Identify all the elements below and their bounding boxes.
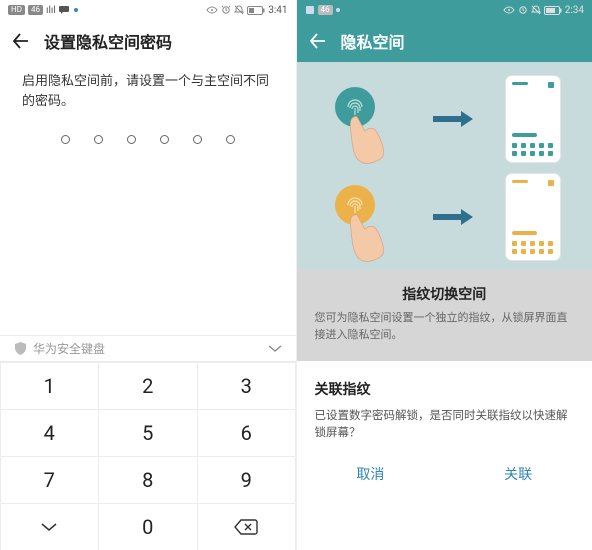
key-5[interactable]: 5	[98, 409, 198, 457]
confirm-button[interactable]: 关联	[444, 450, 592, 498]
clock-text: 2:34	[565, 5, 584, 16]
key-0[interactable]: 0	[98, 503, 198, 550]
eye-icon	[503, 6, 515, 14]
net-badge: 46	[28, 5, 43, 15]
info-body: 您可为隐私空间设置一个独立的指纹，从锁屏界面直接进入隐私空间。	[315, 310, 575, 343]
status-bar: HD 46 ılıl 3:41	[0, 0, 296, 20]
alarm-icon	[518, 5, 528, 15]
key-8[interactable]: 8	[98, 456, 198, 504]
sim-icon	[305, 5, 315, 15]
keyboard-info-bar: 华为安全键盘	[0, 335, 296, 362]
fingerprint-hand-green	[329, 83, 401, 155]
back-icon[interactable]	[12, 32, 30, 50]
hd-badge: HD	[8, 5, 25, 15]
dot-icon	[336, 8, 340, 12]
info-title: 指纹切换空间	[315, 284, 575, 304]
pin-dot	[94, 135, 103, 144]
app-bar: 设置隐私空间密码	[0, 20, 296, 62]
app-bar: 隐私空间	[297, 20, 592, 62]
key-backspace[interactable]	[197, 503, 297, 550]
key-1[interactable]: 1	[0, 362, 99, 410]
pin-dot	[160, 135, 169, 144]
alarm-icon	[221, 5, 231, 15]
key-4[interactable]: 4	[0, 409, 99, 457]
page-title: 设置隐私空间密码	[44, 29, 172, 53]
arrow-right-icon	[433, 110, 473, 128]
dnd-icon	[234, 5, 244, 15]
key-2[interactable]: 2	[98, 362, 198, 410]
chevron-down-icon[interactable]	[268, 345, 282, 353]
pin-dot	[226, 135, 235, 144]
pin-dot	[61, 135, 70, 144]
dot-icon	[74, 8, 78, 12]
key-6[interactable]: 6	[197, 409, 297, 457]
key-9[interactable]: 9	[197, 456, 297, 504]
page-title: 隐私空间	[341, 29, 405, 53]
keyboard-hint-label: 华为安全键盘	[33, 340, 105, 357]
screen-private-space: 46 2:34 隐私空间	[297, 0, 592, 550]
status-bar: 46 2:34	[297, 0, 592, 20]
dialog-body: 已设置数字密码解锁，是否同时关联指纹以快速解锁屏幕？	[315, 407, 575, 442]
key-7[interactable]: 7	[0, 456, 99, 504]
dialog-sheet: 关联指纹 已设置数字密码解锁，是否同时关联指纹以快速解锁屏幕？	[297, 361, 592, 450]
shield-icon	[14, 342, 27, 355]
illustration-panel	[297, 62, 592, 270]
dialog-actions: 取消 关联	[297, 450, 592, 498]
arrow-right-icon	[433, 208, 473, 226]
dialog-title: 关联指纹	[315, 379, 575, 399]
mini-phone-green	[506, 76, 560, 162]
instruction-text: 启用隐私空间前，请设置一个与主空间不同的密码。	[0, 62, 296, 111]
chat-icon	[59, 5, 71, 15]
mini-phone-yellow	[506, 174, 560, 260]
battery-icon	[247, 6, 265, 15]
fingerprint-hand-yellow	[329, 181, 401, 253]
numeric-keypad: 1 2 3 4 5 6 7 8 9 0	[0, 362, 296, 550]
screen-set-password: HD 46 ılıl 3:41 设置隐私空间密码 启用隐私空间前，请设置一个与主…	[0, 0, 297, 550]
cancel-button[interactable]: 取消	[297, 450, 445, 498]
backspace-icon	[234, 519, 258, 535]
back-icon[interactable]	[309, 32, 327, 50]
key-3[interactable]: 3	[197, 362, 297, 410]
pin-dot	[193, 135, 202, 144]
key-hide-keyboard[interactable]	[0, 503, 99, 550]
eye-icon	[206, 6, 218, 14]
signal-icon: ılıl	[46, 5, 56, 16]
dnd-icon	[531, 5, 541, 15]
clock-text: 3:41	[268, 5, 287, 16]
info-panel: 指纹切换空间 您可为隐私空间设置一个独立的指纹，从锁屏界面直接进入隐私空间。	[297, 270, 592, 361]
chevron-down-icon	[40, 522, 58, 532]
battery-icon	[544, 6, 562, 15]
net-badge: 46	[318, 5, 333, 15]
pin-indicator	[0, 111, 296, 184]
pin-dot	[127, 135, 136, 144]
